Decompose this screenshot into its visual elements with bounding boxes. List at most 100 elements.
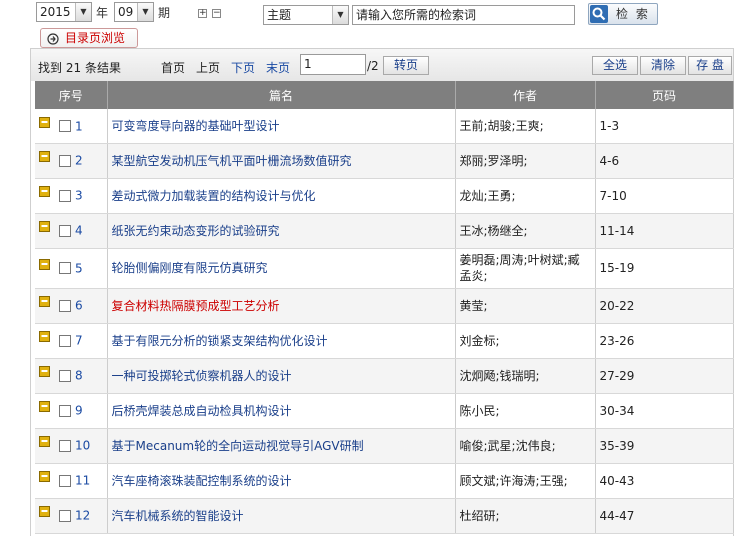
row-index-cell: 5 <box>35 248 108 289</box>
document-icon[interactable] <box>39 505 50 518</box>
row-checkbox[interactable] <box>59 474 71 487</box>
row-index-cell: 2 <box>35 143 108 179</box>
row-number: 7 <box>75 333 83 348</box>
row-author-cell: 黄莹; <box>455 288 596 324</box>
article-title-link[interactable]: 一种可投掷轮式侦察机器人的设计 <box>112 369 292 383</box>
table-row: 2 某型航空发动机压气机平面叶栅流场数值研究 郑丽;罗泽明; 4-6 <box>35 143 734 179</box>
table-row: 12 汽车机械系统的智能设计 杜绍研; 44-47 <box>35 498 734 534</box>
document-icon[interactable] <box>39 258 50 270</box>
minus-box-icon[interactable]: − <box>212 9 221 18</box>
document-icon[interactable] <box>39 150 50 163</box>
row-pages-cell: 4-6 <box>595 143 734 179</box>
row-checkbox[interactable] <box>59 509 71 522</box>
table-row: 7 基于有限元分析的锁紧支架结构优化设计 刘金标; 23-26 <box>35 323 734 359</box>
row-checkbox[interactable] <box>59 369 71 382</box>
row-index-cell: 6 <box>35 288 108 324</box>
row-index-cell: 12 <box>35 498 108 534</box>
row-checkbox[interactable] <box>59 334 71 347</box>
last-page-link[interactable]: 末页 <box>266 59 290 76</box>
row-index-cell: 1 <box>35 109 108 144</box>
row-checkbox[interactable] <box>59 299 71 312</box>
row-number: 4 <box>75 223 83 238</box>
row-number: 2 <box>75 153 83 168</box>
document-icon[interactable] <box>39 400 50 413</box>
go-page-button[interactable]: 转页 <box>383 56 429 75</box>
search-button[interactable]: 检 索 <box>588 3 658 25</box>
row-author-cell: 顾文斌;许海涛;王强; <box>455 463 596 499</box>
row-checkbox[interactable] <box>59 404 71 417</box>
first-page-link[interactable]: 首页 <box>161 59 185 76</box>
table-row: 3 差动式微力加载装置的结构设计与优化 龙灿;王勇; 7-10 <box>35 178 734 214</box>
page-number-input[interactable]: 1 <box>300 54 366 75</box>
article-title-link[interactable]: 基于Mecanum轮的全向运动视觉导引AGV研制 <box>112 439 364 453</box>
document-icon[interactable] <box>39 435 50 448</box>
row-author-cell: 刘金标; <box>455 323 596 359</box>
row-checkbox[interactable] <box>59 224 71 237</box>
clear-button[interactable]: 清除 <box>640 56 686 75</box>
row-checkbox[interactable] <box>59 120 71 132</box>
search-input[interactable]: 请输入您所需的检索词 <box>352 5 575 25</box>
row-index-cell: 9 <box>35 393 108 429</box>
result-count: 找到 21 条结果 <box>38 61 121 75</box>
row-index-cell: 10 <box>35 428 108 464</box>
row-title-cell: 汽车座椅滚珠装配控制系统的设计 <box>107 463 456 499</box>
page-total: /2 <box>367 59 379 73</box>
row-author-cell: 王前;胡骏;王爽; <box>455 109 596 144</box>
row-title-cell: 某型航空发动机压气机平面叶栅流场数值研究 <box>107 143 456 179</box>
article-title-link[interactable]: 汽车座椅滚珠装配控制系统的设计 <box>112 474 292 488</box>
col-header-pages: 页码 <box>595 81 734 109</box>
article-title-link[interactable]: 可变弯度导向器的基础叶型设计 <box>112 119 280 133</box>
article-title-link[interactable]: 基于有限元分析的锁紧支架结构优化设计 <box>112 334 328 348</box>
table-row: 1 可变弯度导向器的基础叶型设计 王前;胡骏;王爽; 1-3 <box>35 109 734 144</box>
article-title-link[interactable]: 复合材料热隔膜预成型工艺分析 <box>112 299 280 313</box>
plus-box-icon[interactable]: + <box>198 9 207 18</box>
row-number: 11 <box>75 473 91 488</box>
row-number: 1 <box>75 119 83 133</box>
row-number: 8 <box>75 368 83 383</box>
article-title-link[interactable]: 纸张无约束动态变形的试验研究 <box>112 224 280 238</box>
row-title-cell: 汽车机械系统的智能设计 <box>107 498 456 534</box>
table-row: 11 汽车座椅滚珠装配控制系统的设计 顾文斌;许海涛;王强; 40-43 <box>35 463 734 499</box>
row-title-cell: 后桥壳焊装总成自动检具机构设计 <box>107 393 456 429</box>
row-author-cell: 龙灿;王勇; <box>455 178 596 214</box>
row-pages-cell: 1-3 <box>595 109 734 144</box>
issue-select[interactable]: 09 ▼ <box>114 2 154 22</box>
row-pages-cell: 23-26 <box>595 323 734 359</box>
row-pages-cell: 15-19 <box>595 248 734 289</box>
document-icon[interactable] <box>39 185 50 198</box>
row-checkbox[interactable] <box>59 189 71 202</box>
col-header-title: 篇名 <box>107 81 456 109</box>
row-checkbox[interactable] <box>59 439 71 452</box>
field-select[interactable]: 主题 ▼ <box>263 5 349 25</box>
document-icon[interactable] <box>39 116 50 128</box>
article-title-link[interactable]: 某型航空发动机压气机平面叶栅流场数值研究 <box>112 154 352 168</box>
save-button[interactable]: 存 盘 <box>688 56 732 75</box>
row-author-cell: 沈炯飏;钱瑞明; <box>455 358 596 394</box>
row-title-cell: 基于有限元分析的锁紧支架结构优化设计 <box>107 323 456 359</box>
document-icon[interactable] <box>39 470 50 483</box>
next-page-link[interactable]: 下页 <box>231 59 255 76</box>
table-row: 8 一种可投掷轮式侦察机器人的设计 沈炯飏;钱瑞明; 27-29 <box>35 358 734 394</box>
row-checkbox[interactable] <box>59 154 71 167</box>
row-pages-cell: 27-29 <box>595 358 734 394</box>
article-title-link[interactable]: 后桥壳焊装总成自动检具机构设计 <box>112 404 292 418</box>
article-title-link[interactable]: 轮胎侧偏刚度有限元仿真研究 <box>112 261 268 275</box>
document-icon[interactable] <box>39 295 50 308</box>
col-header-index: 序号 <box>35 81 108 109</box>
row-title-cell: 基于Mecanum轮的全向运动视觉导引AGV研制 <box>107 428 456 464</box>
select-all-button[interactable]: 全选 <box>592 56 638 75</box>
row-pages-cell: 44-47 <box>595 498 734 534</box>
row-checkbox[interactable] <box>59 262 71 275</box>
row-pages-cell: 7-10 <box>595 178 734 214</box>
article-title-link[interactable]: 汽车机械系统的智能设计 <box>112 509 244 523</box>
document-icon[interactable] <box>39 330 50 343</box>
article-title-link[interactable]: 差动式微力加载装置的结构设计与优化 <box>112 189 316 203</box>
row-author-cell: 郑丽;罗泽明; <box>455 143 596 179</box>
document-icon[interactable] <box>39 365 50 378</box>
prev-page-link[interactable]: 上页 <box>196 59 220 76</box>
document-icon[interactable] <box>39 220 50 233</box>
table-row: 10 基于Mecanum轮的全向运动视觉导引AGV研制 喻俊;武星;沈伟良; 35-3… <box>35 428 734 464</box>
catalog-browse-button[interactable]: 目录页浏览 <box>40 28 138 48</box>
row-title-cell: 差动式微力加载装置的结构设计与优化 <box>107 178 456 214</box>
year-select[interactable]: 2015 ▼ <box>36 2 92 22</box>
